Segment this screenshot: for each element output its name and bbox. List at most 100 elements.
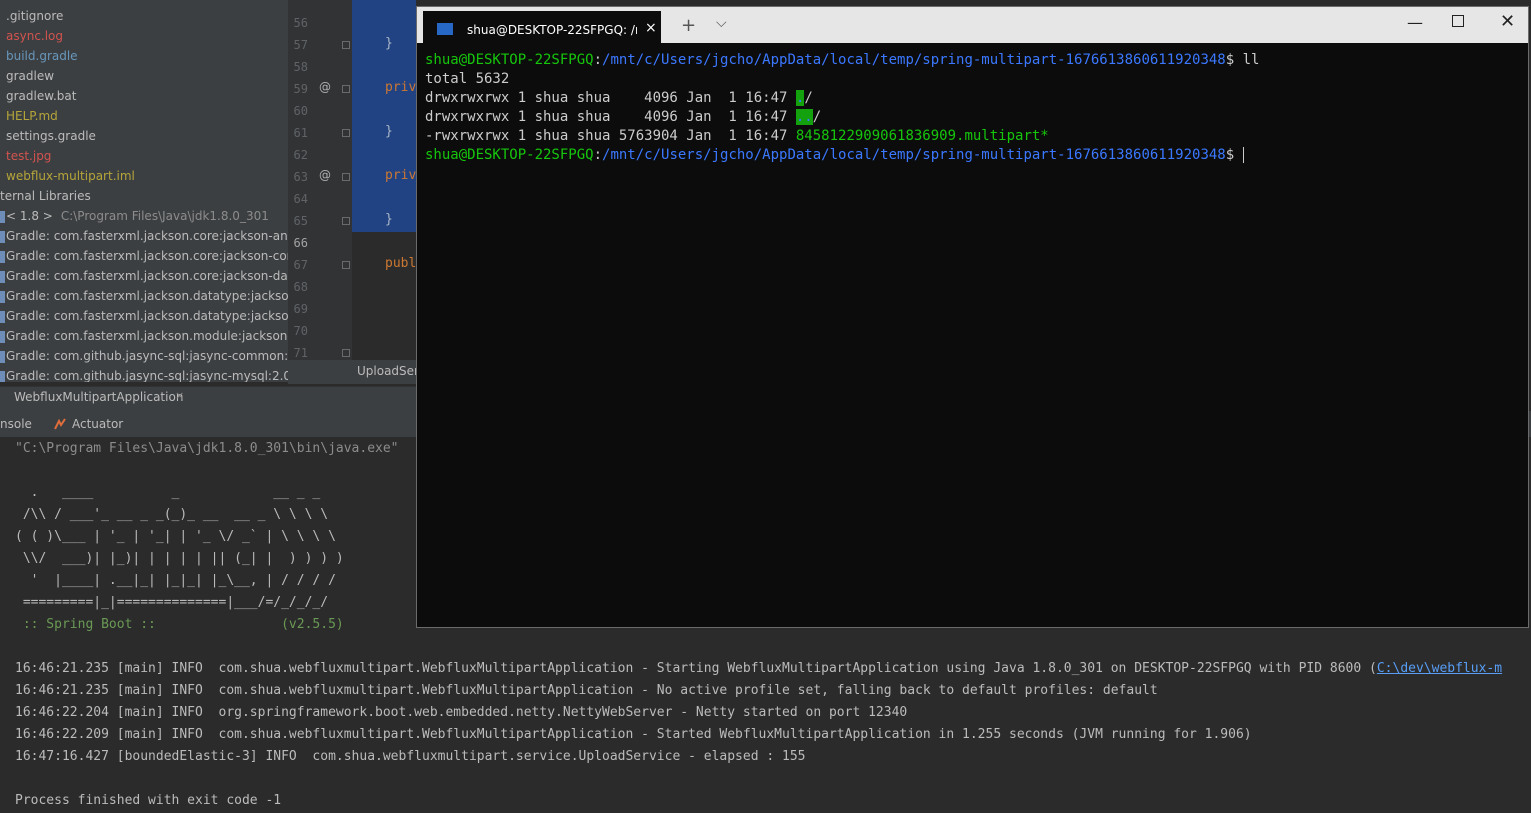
terminal-tab-close-icon[interactable]: × <box>645 20 657 36</box>
console-line: \\/ ___)| |_)| | | | | || (_| | ) ) ) ) <box>15 548 344 570</box>
line-number: 66 <box>293 236 308 250</box>
console-line-text: . ____ _ __ _ _ <box>15 485 321 500</box>
chevron-down-icon[interactable]: ⌵ <box>716 15 727 31</box>
console-line: 16:46:22.204 [main] INFO org.springframe… <box>15 702 907 724</box>
tree-item-label: ternal Libraries <box>0 189 91 203</box>
tree-item-label: < 1.8 > <box>6 209 53 223</box>
tab-console[interactable]: nsole <box>0 417 32 431</box>
console-line-text: Process finished with exit code -1 <box>15 793 282 808</box>
console-line-text: 16:47:16.427 [boundedElastic-3] INFO com… <box>15 749 806 764</box>
line-number: 56 <box>293 16 308 30</box>
console-line: Process finished with exit code -1 <box>15 790 281 812</box>
tree-item[interactable]: Gradle: com.fasterxml.jackson.datatype:j… <box>0 286 288 306</box>
code-line: publ <box>385 256 417 271</box>
console-line-text: 16:46:22.204 [main] INFO org.springframe… <box>15 705 908 720</box>
ls-entry-dir-suffix: / <box>804 90 813 106</box>
console-path-link[interactable]: C:\dev\webflux-m <box>1377 661 1502 676</box>
tree-item-label: build.gradle <box>6 49 78 63</box>
console-line: 16:46:21.235 [main] INFO com.shua.webflu… <box>15 680 1158 702</box>
line-number: 67 <box>293 258 308 272</box>
text-cursor <box>1242 147 1244 163</box>
console-line: 16:46:21.235 [main] INFO com.shua.webflu… <box>15 658 1502 680</box>
terminal-tab[interactable]: shua@DESKTOP-22SFPGQ: /mnt/c/Users/jgcho… <box>423 11 661 43</box>
tree-item[interactable]: gradlew <box>0 66 54 86</box>
console-line: :: Spring Boot :: (v2.5.5) <box>15 614 344 636</box>
ls-entry-meta: -rwxrwxrwx 1 shua shua 5763904 Jan 1 16:… <box>425 128 796 144</box>
override-marker-icon[interactable]: @ <box>319 80 331 94</box>
tree-item[interactable]: Gradle: com.fasterxml.jackson.datatype:j… <box>0 306 288 326</box>
terminal-window[interactable]: shua@DESKTOP-22SFPGQ: /mnt/c/Users/jgcho… <box>416 6 1529 628</box>
prompt-user: shua@DESKTOP-22SFPGQ <box>425 147 594 163</box>
tree-item[interactable]: ternal Libraries <box>0 186 91 206</box>
library-icon <box>0 370 5 382</box>
tree-item[interactable]: .gitignore <box>0 6 63 26</box>
prompt-symbol: $ <box>1225 147 1243 163</box>
console-line: . ____ _ __ _ _ <box>15 482 321 504</box>
tree-item[interactable]: Gradle: com.github.jasync-sql:jasync-mys… <box>0 366 288 382</box>
console-line-text: /\\ / ___'_ __ _ _(_)_ __ __ _ \ \ \ \ <box>15 507 329 522</box>
line-number: 58 <box>293 60 308 74</box>
run-config-close-icon[interactable]: × <box>175 389 184 402</box>
tree-item[interactable]: Gradle: com.fasterxml.jackson.core:jacks… <box>0 246 288 266</box>
terminal-prompt-line: shua@DESKTOP-22SFPGQ:/mnt/c/Users/jgcho/… <box>425 51 1259 70</box>
tree-item[interactable]: gradlew.bat <box>0 86 76 106</box>
override-marker-icon[interactable]: @ <box>319 168 331 182</box>
terminal-tab-title: shua@DESKTOP-22SFPGQ: /mnt/c/Users/jgcho… <box>467 23 637 37</box>
tree-item[interactable]: Gradle: com.fasterxml.jackson.core:jacks… <box>0 266 288 286</box>
terminal-ls-entry: drwxrwxrwx 1 shua shua 4096 Jan 1 16:47 … <box>425 108 821 127</box>
code-line: } <box>385 212 393 227</box>
console-line-text: \\/ ___)| |_)| | | | | || (_| | ) ) ) ) <box>15 551 344 566</box>
fold-icon[interactable] <box>342 129 350 137</box>
console-line-text: 16:46:21.235 [main] INFO com.shua.webflu… <box>15 683 1158 698</box>
line-number: 70 <box>293 324 308 338</box>
tree-item[interactable]: Gradle: com.fasterxml.jackson.module:jac… <box>0 326 288 346</box>
close-icon[interactable]: ✕ <box>1500 11 1515 32</box>
powershell-icon <box>437 23 453 35</box>
prompt-user: shua@DESKTOP-22SFPGQ <box>425 52 594 68</box>
tree-item[interactable]: webflux-multipart.iml <box>0 166 135 186</box>
console-line: =========|_|==============|___/=/_/_/_/ <box>15 592 328 614</box>
fold-icon[interactable] <box>342 349 350 357</box>
fold-icon[interactable] <box>342 217 350 225</box>
tree-item-label: Gradle: com.fasterxml.jackson.core:jacks… <box>6 269 288 283</box>
console-line-text: ' |____| .__|_| |_|_| |_\__, | / / / / <box>15 573 336 588</box>
console-line-text: "C:\Program Files\Java\jdk1.8.0_301\bin\… <box>15 441 399 456</box>
project-tree: .gitignore async.log build.gradle gradlew gr… <box>0 0 288 382</box>
fold-icon[interactable] <box>342 173 350 181</box>
tree-item[interactable]: test.jpg <box>0 146 51 166</box>
tree-item[interactable]: settings.gradle <box>0 126 96 146</box>
fold-icon[interactable] <box>342 261 350 269</box>
terminal-prompt-line: shua@DESKTOP-22SFPGQ:/mnt/c/Users/jgcho/… <box>425 146 1244 165</box>
fold-icon[interactable] <box>342 41 350 49</box>
tree-item-label: HELP.md <box>6 109 58 123</box>
terminal-ls-entry: -rwxrwxrwx 1 shua shua 5763904 Jan 1 16:… <box>425 127 1049 146</box>
run-config-tab[interactable]: WebfluxMultipartApplication <box>14 390 183 404</box>
library-icon <box>0 210 5 223</box>
tree-item-path: C:\Program Files\Java\jdk1.8.0_301 <box>60 209 269 223</box>
minimize-icon[interactable]: — <box>1407 13 1423 32</box>
console-line: /\\ / ___'_ __ _ _(_)_ __ __ _ \ \ \ \ <box>15 504 328 526</box>
console-line: ( ( )\___ | '_ | '_| | '_ \/ _` | \ \ \ … <box>15 526 336 548</box>
library-icon <box>0 270 5 283</box>
fold-icon[interactable] <box>342 85 350 93</box>
selection-highlight <box>352 0 416 232</box>
tree-item[interactable]: async.log <box>0 26 63 46</box>
tree-item-label: webflux-multipart.iml <box>6 169 135 183</box>
terminal-total-line: total 5632 <box>425 71 510 87</box>
tree-item-label: Gradle: com.fasterxml.jackson.core:jacks… <box>6 229 288 243</box>
line-number: 68 <box>293 280 308 294</box>
ls-entry-dir-name: .. <box>795 109 813 125</box>
tree-item[interactable]: Gradle: com.fasterxml.jackson.core:jacks… <box>0 226 288 246</box>
line-number: 57 <box>293 38 308 52</box>
maximize-icon[interactable] <box>1452 15 1464 27</box>
console-line-text: 16:46:22.209 [main] INFO com.shua.webflu… <box>15 727 1252 742</box>
tree-item-label: async.log <box>6 29 64 43</box>
tab-actuator[interactable]: Actuator <box>72 417 123 431</box>
tree-item[interactable]: Gradle: com.github.jasync-sql:jasync-com… <box>0 346 288 366</box>
tree-item-label: Gradle: com.fasterxml.jackson.core:jacks… <box>6 249 288 263</box>
console-line-text: :: Spring Boot :: (v2.5.5) <box>15 617 344 632</box>
tree-item[interactable]: < 1.8 > C:\Program Files\Java\jdk1.8.0_30… <box>0 206 269 226</box>
new-tab-icon[interactable]: + <box>681 15 696 36</box>
tree-item[interactable]: build.gradle <box>0 46 78 66</box>
tree-item[interactable]: HELP.md <box>0 106 58 126</box>
